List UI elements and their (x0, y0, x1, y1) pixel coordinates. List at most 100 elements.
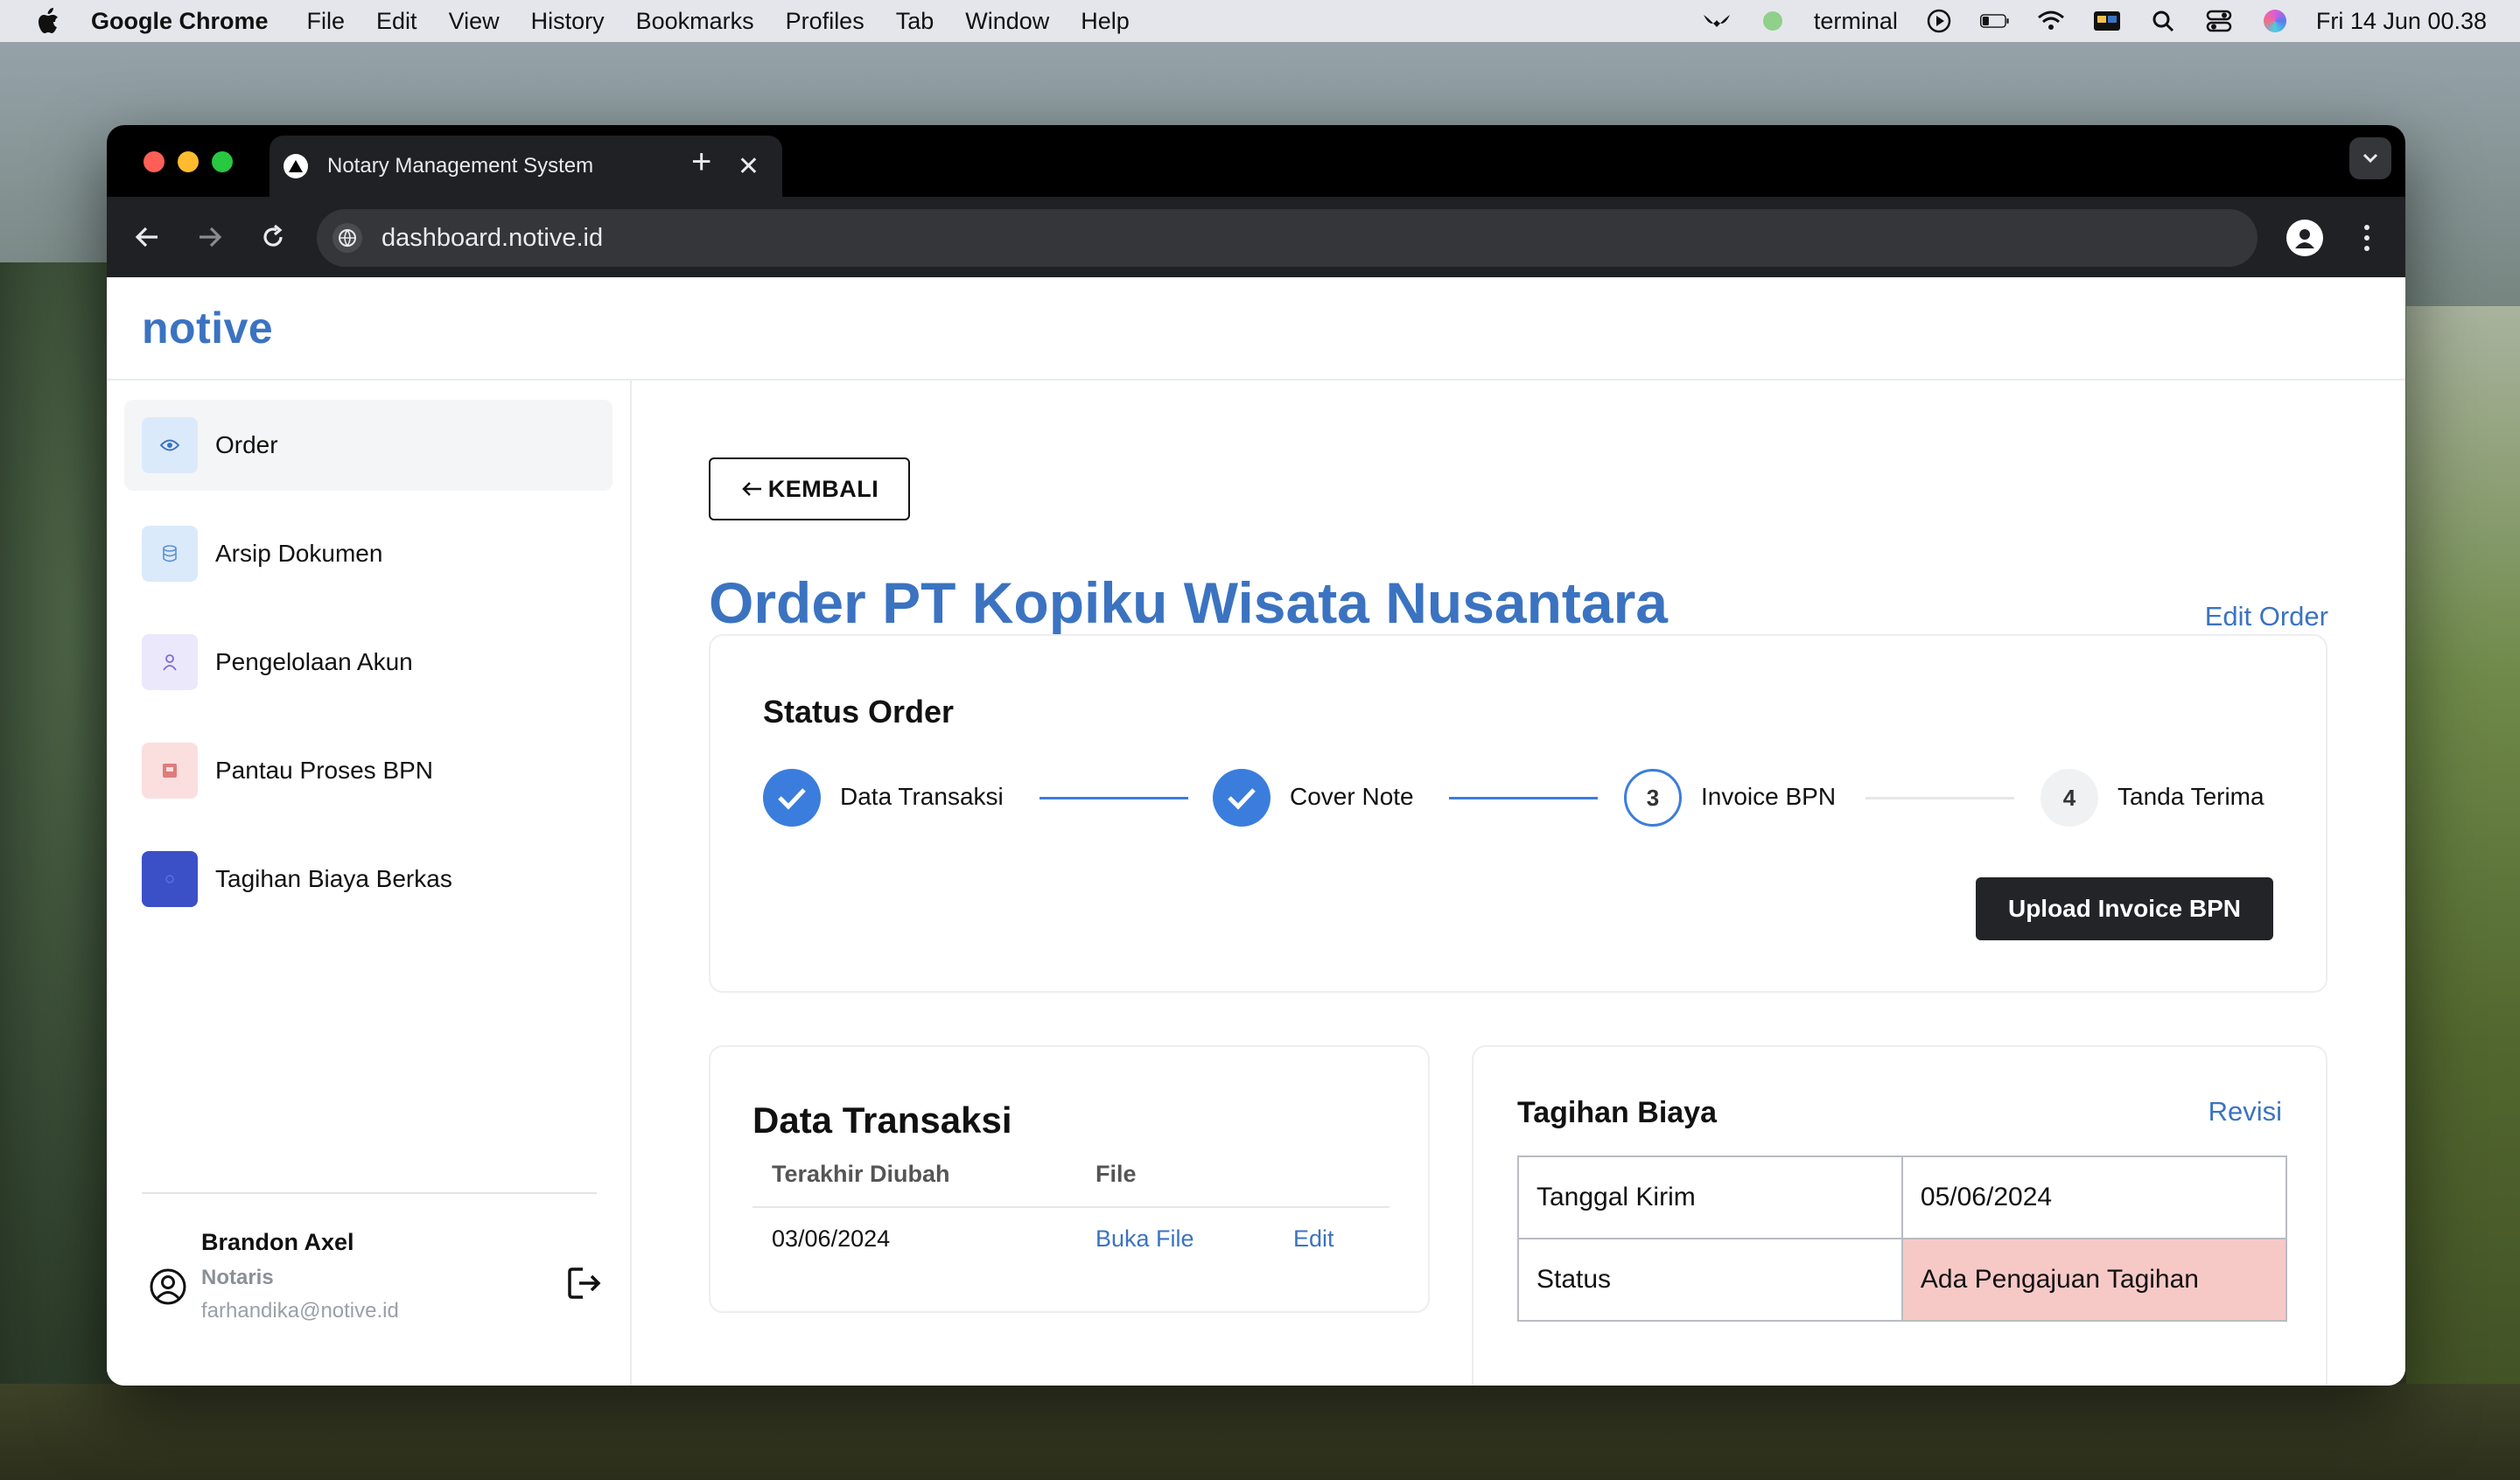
menu-view[interactable]: View (449, 8, 500, 35)
column-header-file: File (1096, 1161, 1137, 1187)
menu-bookmarks[interactable]: Bookmarks (636, 8, 754, 35)
siri-icon[interactable] (2260, 8, 2290, 34)
sidebar-item-label: Pengelolaan Akun (215, 648, 413, 675)
eye-icon (142, 417, 198, 473)
step-2-check-icon (1213, 769, 1270, 827)
step-3-number: 3 (1624, 769, 1682, 827)
upload-invoice-button[interactable]: Upload Invoice BPN (1976, 877, 2273, 940)
browser-toolbar: dashboard.notive.id (107, 197, 2405, 277)
minimize-window-button[interactable] (178, 151, 199, 172)
user-role: Notaris (201, 1266, 274, 1289)
menu-edit[interactable]: Edit (376, 8, 417, 35)
main-content: KEMBALI Order PT Kopiku Wisata Nusantara… (634, 380, 2405, 1386)
url-text[interactable]: dashboard.notive.id (382, 224, 603, 253)
tanggal-kirim-value: 05/06/2024 (1900, 1155, 2288, 1239)
sidebar-item-label: Pantau Proses BPN (215, 757, 434, 784)
user-name: Brandon Axel (201, 1229, 354, 1255)
close-window-button[interactable] (144, 151, 164, 172)
cell-date: 03/06/2024 (772, 1225, 891, 1252)
control-center-icon[interactable] (2204, 8, 2234, 34)
step-connector-2 (1449, 797, 1598, 799)
tab-search-button[interactable] (2349, 137, 2391, 179)
sidebar-item-label: Order (215, 431, 278, 458)
menu-window[interactable]: Window (965, 8, 1049, 35)
user-email: farhandika@notive.id (201, 1299, 399, 1323)
page-title: Order PT Kopiku Wisata Nusantara (709, 570, 1668, 635)
app-logo[interactable]: notive (142, 303, 273, 353)
menubar-app-name[interactable]: Google Chrome (91, 8, 269, 35)
step-4-number: 4 (2040, 769, 2098, 827)
billing-icon (142, 851, 198, 907)
menu-history[interactable]: History (531, 8, 605, 35)
flag-icon[interactable] (2092, 8, 2122, 34)
menubar-terminal-label[interactable]: terminal (1814, 8, 1898, 35)
sidebar-item-label: Arsip Dokumen (215, 540, 383, 567)
database-icon (142, 526, 198, 582)
sidebar-item-pantau-proses-bpn[interactable]: Pantau Proses BPN (124, 725, 612, 816)
edit-order-link[interactable]: Edit Order (2205, 601, 2328, 632)
buka-file-link[interactable]: Buka File (1096, 1225, 1194, 1253)
menu-profiles[interactable]: Profiles (786, 8, 864, 35)
profile-avatar-icon[interactable] (2286, 220, 2323, 256)
table-row: Status Ada Pengajuan Tagihan (1517, 1238, 2288, 1322)
column-header-terakhir-diubah: Terakhir Diubah (772, 1161, 950, 1187)
menu-tab[interactable]: Tab (896, 8, 934, 35)
revisi-link[interactable]: Revisi (2208, 1096, 2282, 1127)
user-profile: Brandon Axel Notaris farhandika@notive.i… (149, 1229, 604, 1351)
data-transaksi-title: Data Transaksi (752, 1100, 1012, 1141)
sidebar-item-tagihan-biaya-berkas[interactable]: Tagihan Biaya Berkas (124, 834, 612, 925)
arrow-left-icon (741, 482, 761, 496)
web-app: notive Order Arsip Dokumen Pengelolaan A… (107, 277, 2405, 1386)
menu-help[interactable]: Help (1081, 8, 1130, 35)
browser-menu-icon[interactable] (2358, 220, 2376, 256)
edit-transaksi-link[interactable]: Edit (1293, 1225, 1334, 1253)
status-order-card: Status Order Data Transaksi Cover Note 3… (709, 634, 2328, 993)
tab-bar: Notary Management System ✕ + (107, 125, 2405, 197)
forward-arrow-icon[interactable] (191, 218, 229, 256)
tagihan-biaya-card: Tagihan Biaya Revisi Tanggal Kirim 05/06… (1472, 1045, 2328, 1386)
reload-icon[interactable] (254, 218, 292, 256)
sidebar-divider (142, 1192, 597, 1194)
sidebar-item-pengelolaan-akun[interactable]: Pengelolaan Akun (124, 617, 612, 708)
site-info-icon[interactable] (332, 223, 362, 253)
logout-icon[interactable] (565, 1264, 604, 1302)
address-bar[interactable]: dashboard.notive.id (317, 209, 2258, 267)
status-badge: Ada Pengajuan Tagihan (1900, 1238, 2288, 1322)
sidebar: Order Arsip Dokumen Pengelolaan Akun Pan… (107, 380, 632, 1386)
search-icon[interactable] (2148, 8, 2178, 34)
monitor-icon (142, 743, 198, 799)
step-connector-1 (1040, 797, 1188, 799)
wifi-icon[interactable] (2036, 8, 2066, 34)
step-2-label: Cover Note (1290, 783, 1414, 810)
green-dot-icon[interactable] (1758, 8, 1788, 34)
browser-window: Notary Management System ✕ + dashboard.n… (107, 125, 2405, 1386)
tab-title: Notary Management System (327, 154, 594, 178)
bird-icon[interactable] (1702, 8, 1732, 34)
sidebar-item-arsip-dokumen[interactable]: Arsip Dokumen (124, 508, 612, 599)
back-arrow-icon[interactable] (128, 218, 166, 256)
user-circle-icon (149, 1267, 187, 1306)
step-1-label: Data Transaksi (840, 783, 1004, 810)
step-4-label: Tanda Terima (2118, 783, 2264, 810)
status-order-title: Status Order (763, 694, 955, 730)
back-button[interactable]: KEMBALI (709, 457, 910, 520)
status-label: Status (1517, 1238, 1903, 1322)
battery-icon[interactable] (1979, 8, 2010, 34)
table-row: Tanggal Kirim 05/06/2024 (1517, 1155, 2288, 1239)
tab-close-icon[interactable]: ✕ (738, 151, 760, 182)
back-button-label: KEMBALI (767, 475, 879, 502)
menu-file[interactable]: File (307, 8, 346, 35)
macos-menubar: Google Chrome File Edit View History Boo… (0, 0, 2520, 42)
data-transaksi-card: Data Transaksi Terakhir Diubah File 03/0… (709, 1045, 1430, 1313)
new-tab-button[interactable]: + (691, 143, 711, 182)
window-controls (144, 151, 233, 172)
step-3-label: Invoice BPN (1701, 783, 1837, 810)
apple-menu-icon[interactable] (35, 6, 61, 36)
step-connector-3 (1866, 797, 2014, 799)
play-circle-icon[interactable] (1924, 8, 1954, 34)
sidebar-item-order[interactable]: Order (124, 400, 612, 491)
tab-favicon-icon (284, 154, 308, 178)
maximize-window-button[interactable] (212, 151, 233, 172)
tagihan-biaya-title: Tagihan Biaya (1517, 1096, 1717, 1129)
menubar-datetime[interactable]: Fri 14 Jun 00.38 (2316, 8, 2487, 35)
